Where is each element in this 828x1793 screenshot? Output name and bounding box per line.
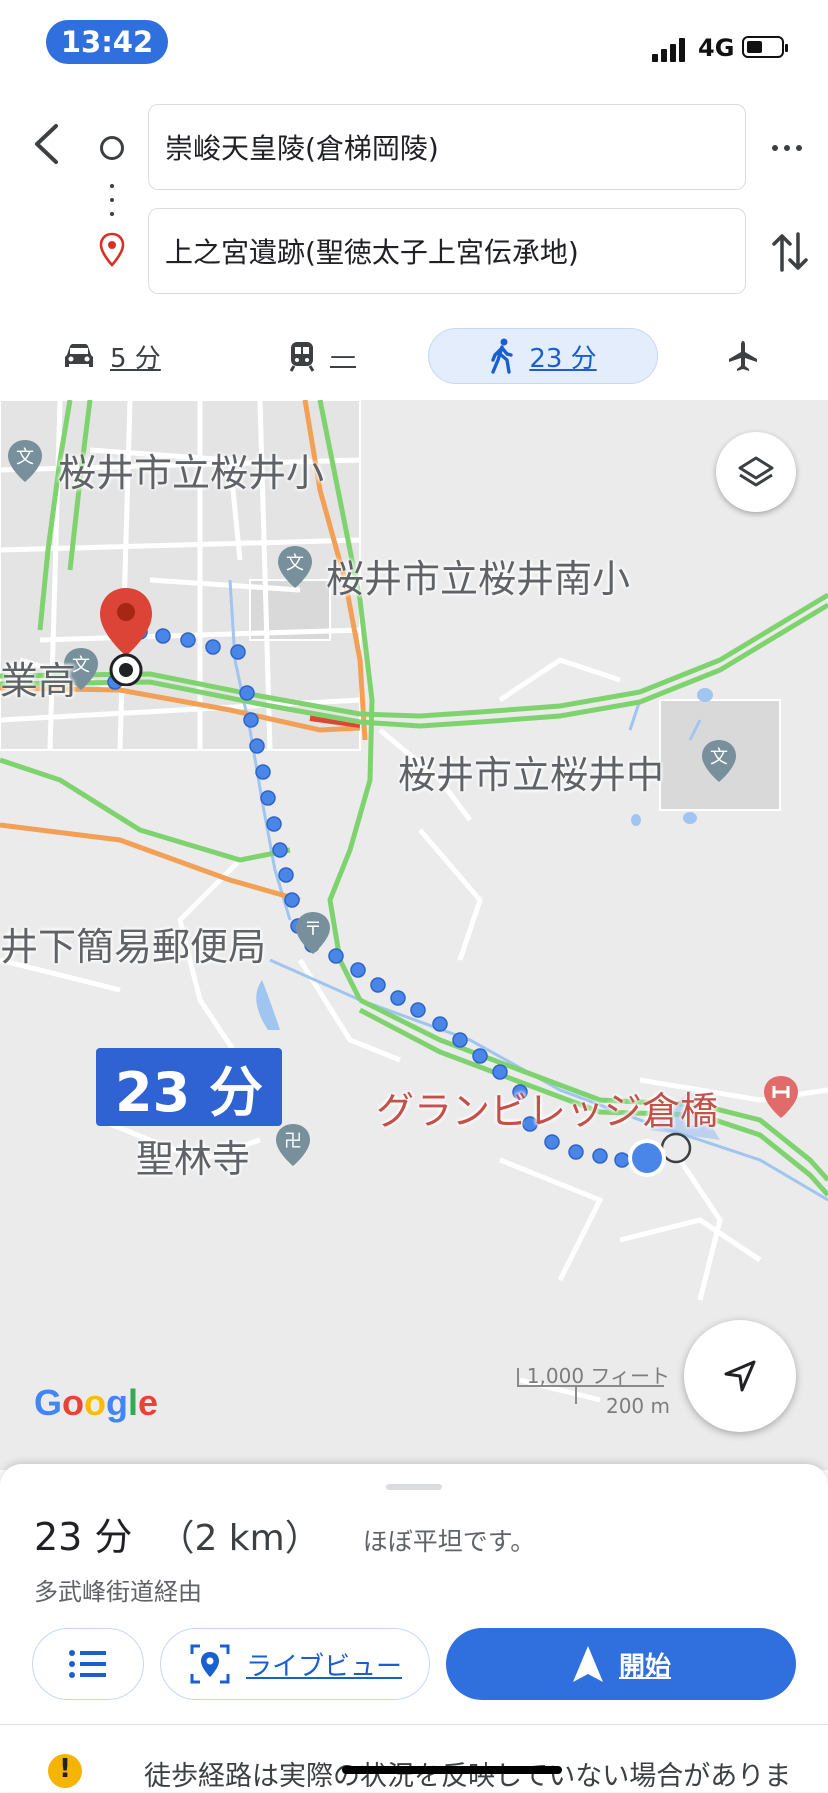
tab-walk[interactable]: 23 分	[428, 328, 658, 384]
svg-text:〒: 〒	[304, 919, 322, 940]
origin-field[interactable]: 崇峻天皇陵(倉梯岡陵)	[148, 104, 746, 190]
route-summary: 23 分 （2 km） ほぼ平坦です。	[34, 1506, 536, 1559]
back-arrow-icon	[35, 124, 58, 164]
sheet-drag-handle[interactable]	[386, 1484, 442, 1490]
back-button[interactable]	[24, 118, 68, 170]
navigation-arrow-icon	[724, 1360, 756, 1392]
tab-drive[interactable]: 5 分	[62, 328, 161, 384]
steps-list-button[interactable]	[32, 1628, 144, 1700]
label-temple: 聖林寺	[136, 1137, 251, 1181]
svg-text:卍: 卍	[284, 1131, 302, 1152]
drive-time-label: 5 分	[110, 343, 161, 374]
summary-distance: （2 km）	[158, 1518, 321, 1559]
scale-meters: 200 m	[605, 1394, 670, 1418]
tab-transit[interactable]: —	[288, 328, 356, 384]
label-post-office: 井下簡易郵便局	[0, 925, 267, 969]
origin-circle-icon	[100, 136, 124, 160]
label-sakurai-school: 桜井市立桜井小	[58, 451, 325, 495]
sheet-divider	[0, 1724, 828, 1725]
label-high-school: 業高	[0, 659, 77, 703]
destination-field[interactable]: 上之宮遺跡(聖徳太子上宮伝承地)	[148, 208, 746, 294]
tab-flight[interactable]	[726, 328, 760, 384]
label-sakurai-naka-school: 桜井市立桜井中	[398, 753, 665, 797]
summary-terrain: ほぼ平坦です。	[362, 1527, 536, 1556]
my-location-button[interactable]	[684, 1320, 796, 1432]
live-view-icon	[190, 1644, 230, 1684]
more-options-button[interactable]	[762, 128, 812, 168]
home-indicator	[342, 1766, 562, 1774]
warning-icon: !	[48, 1754, 82, 1788]
route-via: 多武峰街道経由	[34, 1578, 202, 1606]
status-time: 13:42	[46, 20, 168, 64]
airplane-icon	[729, 341, 757, 371]
school-pin-icon: 文	[8, 440, 42, 482]
live-view-label: ライブビュー	[245, 1651, 402, 1682]
navigation-start-icon	[572, 1646, 603, 1682]
svg-text:文: 文	[16, 447, 34, 468]
network-type: 4G	[698, 34, 735, 62]
transit-time-label: —	[330, 341, 356, 371]
destination-map-pin-icon	[100, 588, 152, 686]
school-pin-icon: 文	[702, 740, 736, 782]
temple-pin-icon: 卍	[276, 1124, 310, 1166]
more-dots-icon	[772, 145, 778, 151]
train-icon	[289, 342, 315, 372]
battery-icon	[742, 36, 788, 58]
map-view[interactable]: 文 桜井市立桜井小 文 桜井市立桜井南小 文 業高 桜井市立桜井中 文 井下簡易…	[0, 400, 828, 1470]
summary-duration: 23 分	[34, 1515, 133, 1559]
destination-pin-icon	[99, 232, 125, 267]
layers-icon	[738, 456, 774, 487]
list-icon	[69, 1650, 106, 1678]
start-label: 開始	[618, 1651, 671, 1682]
route-time-callout: 23 分	[96, 1048, 282, 1126]
school-pin-icon: 文	[278, 546, 312, 588]
map-scale: 1,000 フィート 200 m	[510, 1360, 670, 1418]
signal-icon	[652, 38, 688, 62]
walk-time-label: 23 分	[529, 343, 597, 374]
walk-icon	[491, 338, 514, 374]
hotel-pin-icon	[764, 1076, 798, 1118]
post-office-pin-icon: 〒	[296, 912, 330, 954]
live-view-button[interactable]: ライブビュー	[160, 1628, 430, 1700]
route-connector-dots	[110, 184, 114, 220]
svg-text:文: 文	[286, 553, 304, 574]
label-sakurai-minami-school: 桜井市立桜井南小	[326, 557, 631, 601]
swap-icon[interactable]	[768, 228, 812, 276]
svg-text:文: 文	[710, 747, 728, 768]
layers-button[interactable]	[716, 432, 796, 512]
google-logo: Google	[34, 1382, 159, 1423]
car-icon	[65, 344, 93, 367]
scale-feet: 1,000 フィート	[526, 1364, 670, 1388]
start-navigation-button[interactable]: 開始	[446, 1628, 796, 1700]
label-hotel: グランビレッジ倉橋	[376, 1089, 719, 1133]
